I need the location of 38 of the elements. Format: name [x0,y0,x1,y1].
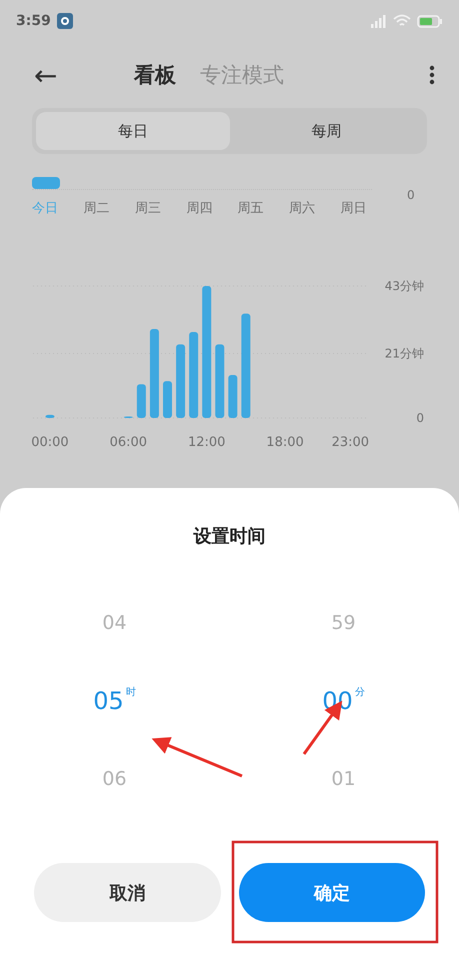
day-tab[interactable]: 今日 [32,199,84,217]
axis-label: 12:00 [188,435,226,450]
picker-value[interactable]: 06 [96,740,133,818]
picker-value[interactable]: 04 [96,584,133,662]
axis-label: 18:00 [266,435,304,450]
back-button[interactable]: ← [34,58,94,92]
axis-label: 21分钟 [384,346,424,361]
day-tab[interactable]: 周三 [134,199,186,217]
axis-label: 06:00 [110,435,148,450]
axis-label: 23:00 [332,435,370,450]
day-tab[interactable]: 周六 [289,199,341,217]
axis-label: 0 [416,411,424,425]
wifi-icon [393,14,411,28]
battery-icon [417,14,443,28]
bar [228,375,238,418]
bar [163,381,172,418]
bar [136,384,146,418]
picker-value[interactable]: 01 [325,740,362,818]
period-tab[interactable]: 每日 [36,112,230,150]
axis-label: 0 [407,188,416,202]
cancel-button[interactable]: 取消 [34,863,220,922]
axis-label: 00:00 [31,435,69,450]
app-notification-icon [56,13,73,29]
axis-label: 43分钟 [384,279,424,293]
day-tab[interactable]: 周二 [83,199,135,217]
dialog-title: 设置时间 [194,525,266,548]
header-tab[interactable]: 专注模式 [200,61,284,89]
confirm-button[interactable]: 确定 [238,863,425,922]
bar [45,414,54,418]
clock-time: 3:59 [16,13,51,29]
signal-icon [369,14,387,28]
period-tab[interactable]: 每周 [230,112,423,150]
day-tab[interactable]: 周日 [340,199,392,217]
day-tab[interactable]: 周五 [238,199,290,217]
picker-value[interactable]: 59 [325,584,362,662]
more-menu-icon[interactable] [429,65,435,85]
day-tab[interactable]: 周四 [186,199,238,217]
header-tab[interactable]: 看板 [134,61,176,89]
